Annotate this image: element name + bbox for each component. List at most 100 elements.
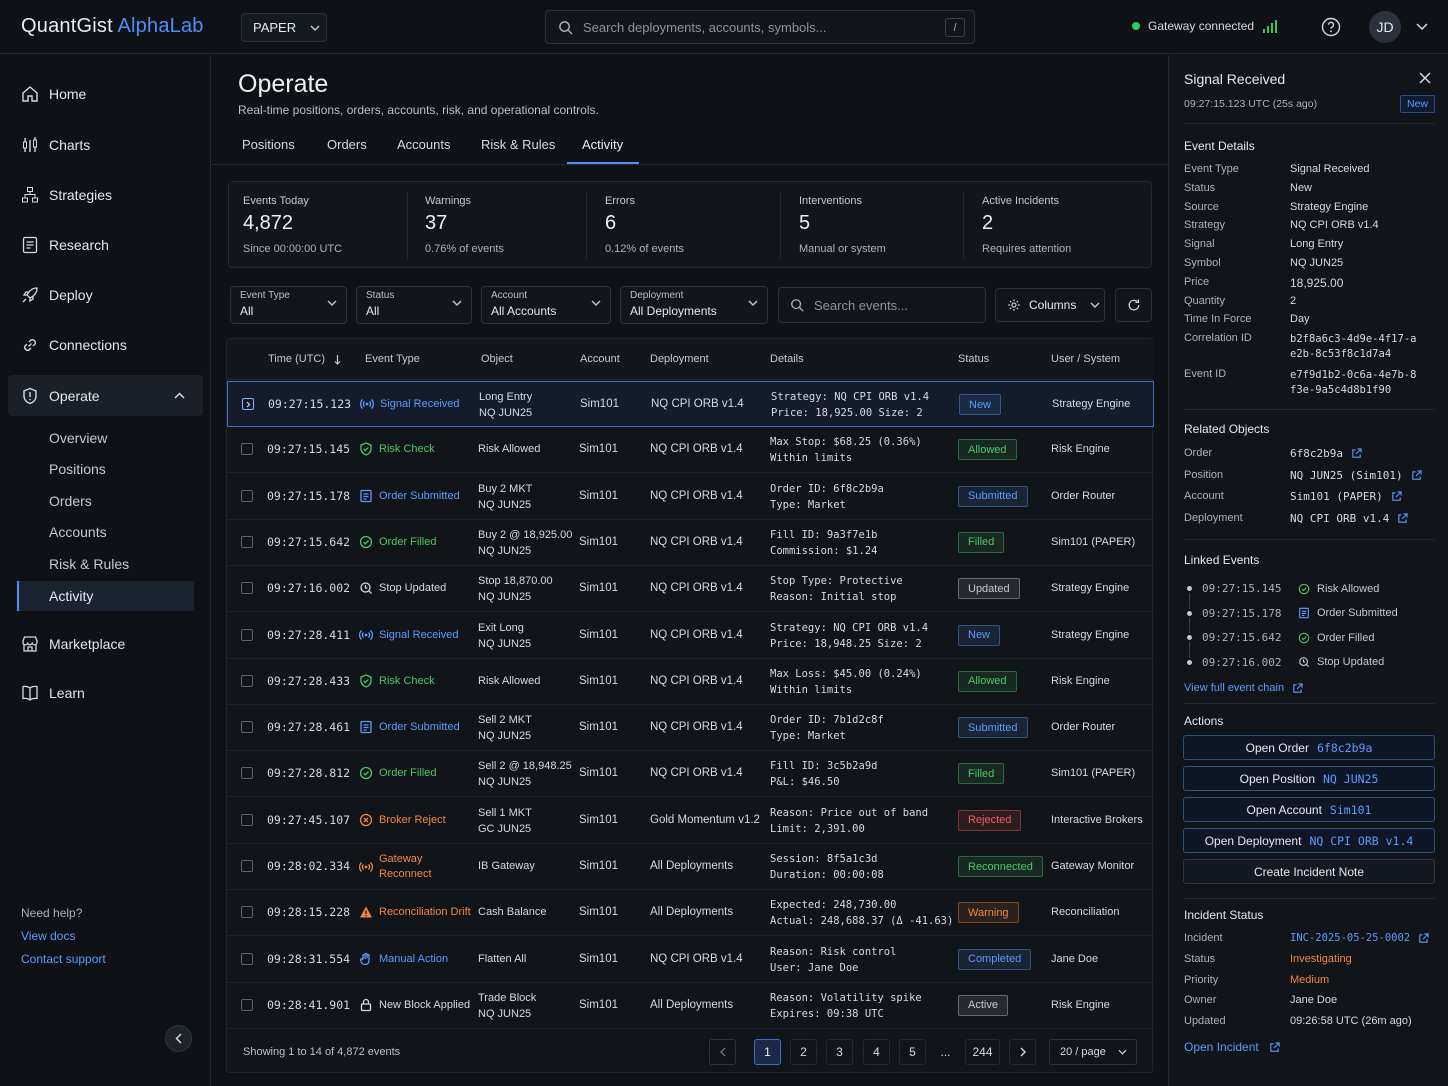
- col-deployment[interactable]: Deployment: [650, 353, 709, 365]
- row-checkbox[interactable]: [241, 813, 253, 826]
- tab-risk-rules[interactable]: Risk & Rules: [481, 137, 555, 152]
- contact-support-link[interactable]: Contact support: [21, 948, 106, 971]
- linked-event-row[interactable]: 09:27:15.145 Risk Allowed: [1184, 582, 1379, 595]
- row-checkbox[interactable]: [241, 721, 253, 734]
- row-checkbox[interactable]: [241, 443, 253, 456]
- page-4[interactable]: 4: [863, 1039, 890, 1065]
- close-icon[interactable]: [1419, 72, 1431, 84]
- table-row[interactable]: 09:27:28.461 Order Submitted Sell 2 MKT NQ …: [227, 705, 1154, 752]
- row-expand-toggle[interactable]: [242, 398, 254, 410]
- table-row[interactable]: 09:27:15.642 Order Filled Buy 2 @ 18,925.0…: [227, 520, 1154, 566]
- help-icon[interactable]: [1321, 17, 1341, 37]
- page-3[interactable]: 3: [826, 1039, 853, 1065]
- table-row[interactable]: 09:27:15.145 Risk Check Risk Allowed Sim101…: [227, 427, 1154, 474]
- col-object[interactable]: Object: [481, 353, 513, 365]
- action-button-open-position[interactable]: Open Position NQ JUN25: [1183, 766, 1435, 791]
- page-1[interactable]: 1: [754, 1039, 781, 1065]
- sort-icon[interactable]: [334, 354, 341, 365]
- event-type-filter[interactable]: Event Type All: [230, 286, 347, 324]
- action-button-open-deployment[interactable]: Open Deployment NQ CPI ORB v1.4: [1183, 828, 1435, 853]
- sidebar-sub-risk-rules[interactable]: Risk & Rules: [17, 549, 194, 579]
- linked-event-row[interactable]: 09:27:15.178 Order Submitted: [1184, 607, 1398, 620]
- sidebar-item-operate[interactable]: Operate: [8, 375, 203, 416]
- page-2[interactable]: 2: [790, 1039, 817, 1065]
- sidebar-item-marketplace[interactable]: Marketplace: [8, 623, 203, 664]
- row-checkbox[interactable]: [241, 674, 253, 687]
- mode-select[interactable]: PAPER: [241, 13, 327, 42]
- collapse-sidebar-button[interactable]: [165, 1025, 192, 1052]
- linked-event-row[interactable]: 09:27:16.002 Stop Updated: [1184, 656, 1384, 669]
- view-docs-link[interactable]: View docs: [21, 925, 106, 948]
- sidebar-sub-accounts[interactable]: Accounts: [17, 517, 194, 547]
- table-row[interactable]: 09:28:41.901 New Block Applied Trade Block…: [227, 983, 1154, 1029]
- col-time[interactable]: Time (UTC): [268, 353, 325, 365]
- row-checkbox[interactable]: [241, 860, 253, 872]
- chevron-down-icon[interactable]: [1416, 23, 1428, 30]
- page-244[interactable]: 244: [965, 1039, 1000, 1065]
- refresh-button[interactable]: [1115, 288, 1152, 322]
- global-search-input[interactable]: Search deployments, accounts, symbols...…: [545, 10, 975, 44]
- action-button-create-incident-note[interactable]: Create Incident Note: [1183, 859, 1435, 884]
- table-row[interactable]: 09:28:31.554 Manual Action Flatten All Sim1…: [227, 937, 1154, 983]
- status-filter[interactable]: Status All: [356, 286, 472, 324]
- col-user-system[interactable]: User / System: [1051, 353, 1120, 365]
- sidebar-sub-activity[interactable]: Activity: [17, 581, 194, 611]
- table-row[interactable]: 09:27:28.411 Signal Received Exit Long NQ J…: [227, 613, 1154, 659]
- row-checkbox[interactable]: [241, 767, 253, 780]
- tab-accounts[interactable]: Accounts: [397, 137, 450, 152]
- next-page-button[interactable]: [1009, 1039, 1036, 1065]
- table-row[interactable]: 09:27:45.107 Broker Reject Sell 1 MKT GC JU…: [227, 798, 1154, 844]
- related-link[interactable]: 6f8c2b9a: [1290, 447, 1440, 460]
- view-event-chain-link[interactable]: View full event chain: [1184, 682, 1303, 694]
- table-row[interactable]: 09:27:28.812 Order Filled Sell 2 @ 18,948.…: [227, 751, 1154, 798]
- table-row[interactable]: 09:28:02.334 Gateway Reconnect IB Gateway S…: [227, 844, 1154, 890]
- sidebar-item-strategies[interactable]: Strategies: [8, 174, 203, 215]
- sidebar-item-deploy[interactable]: Deploy: [8, 274, 203, 315]
- app-logo[interactable]: QuantGist AlphaLab: [21, 15, 204, 38]
- tab-positions[interactable]: Positions: [242, 137, 295, 152]
- row-checkbox[interactable]: [241, 535, 253, 548]
- event-search-input[interactable]: Search events...: [778, 287, 986, 323]
- columns-button[interactable]: Columns: [995, 288, 1105, 322]
- tab-activity[interactable]: Activity: [582, 137, 623, 152]
- col-details[interactable]: Details: [770, 353, 804, 365]
- page-size-select[interactable]: 20 / page: [1049, 1039, 1137, 1065]
- open-incident-link[interactable]: Open Incident: [1184, 1040, 1280, 1054]
- linked-event-row[interactable]: 09:27:15.642 Order Filled: [1184, 631, 1374, 644]
- table-row[interactable]: 09:27:15.178 Order Submitted Buy 2 MKT NQ J…: [227, 474, 1154, 520]
- col-event-type[interactable]: Event Type: [365, 353, 420, 365]
- row-checkbox[interactable]: [241, 628, 253, 641]
- related-link[interactable]: NQ CPI ORB v1.4: [1290, 512, 1440, 525]
- related-link[interactable]: NQ JUN25 (Sim101): [1290, 469, 1440, 482]
- sidebar-item-research[interactable]: Research: [8, 224, 203, 265]
- table-row[interactable]: 09:27:16.002 Stop Updated Stop 18,870.00 NQ…: [227, 566, 1154, 613]
- row-checkbox[interactable]: [241, 582, 253, 595]
- sidebar-item-learn[interactable]: Learn: [8, 672, 203, 713]
- sidebar-item-home[interactable]: Home: [8, 73, 203, 114]
- action-button-open-account[interactable]: Open Account Sim101: [1183, 797, 1435, 822]
- sidebar-sub-orders[interactable]: Orders: [17, 486, 194, 516]
- row-checkbox[interactable]: [241, 952, 253, 965]
- sidebar-item-connections[interactable]: Connections: [8, 324, 203, 365]
- sidebar-item-charts[interactable]: Charts: [8, 124, 203, 165]
- sidebar-sub-overview[interactable]: Overview: [17, 423, 194, 453]
- gateway-status[interactable]: Gateway connected: [1132, 19, 1280, 33]
- table-row[interactable]: 09:27:15.123 Signal Received Long Entry NQ …: [227, 381, 1154, 427]
- deployment-filter[interactable]: Deployment All Deployments: [620, 286, 768, 324]
- external-link-icon[interactable]: [1418, 932, 1429, 944]
- related-link[interactable]: Sim101 (PAPER): [1290, 490, 1440, 503]
- row-checkbox[interactable]: [241, 489, 253, 502]
- sidebar-sub-positions[interactable]: Positions: [17, 454, 194, 484]
- page-5[interactable]: 5: [899, 1039, 926, 1065]
- user-avatar[interactable]: JD: [1369, 11, 1401, 43]
- action-button-open-order[interactable]: Open Order 6f8c2b9a: [1183, 735, 1435, 760]
- row-checkbox[interactable]: [241, 906, 253, 919]
- row-checkbox[interactable]: [241, 998, 253, 1011]
- table-row[interactable]: 09:28:15.228 Reconciliation Drift Cash Bal…: [227, 890, 1154, 937]
- col-account[interactable]: Account: [580, 353, 620, 365]
- table-row[interactable]: 09:27:28.433 Risk Check Risk Allowed Sim101…: [227, 659, 1154, 705]
- col-status[interactable]: Status: [958, 353, 989, 365]
- tab-orders[interactable]: Orders: [327, 137, 367, 152]
- prev-page-button[interactable]: [709, 1039, 736, 1065]
- account-filter[interactable]: Account All Accounts: [481, 286, 611, 324]
